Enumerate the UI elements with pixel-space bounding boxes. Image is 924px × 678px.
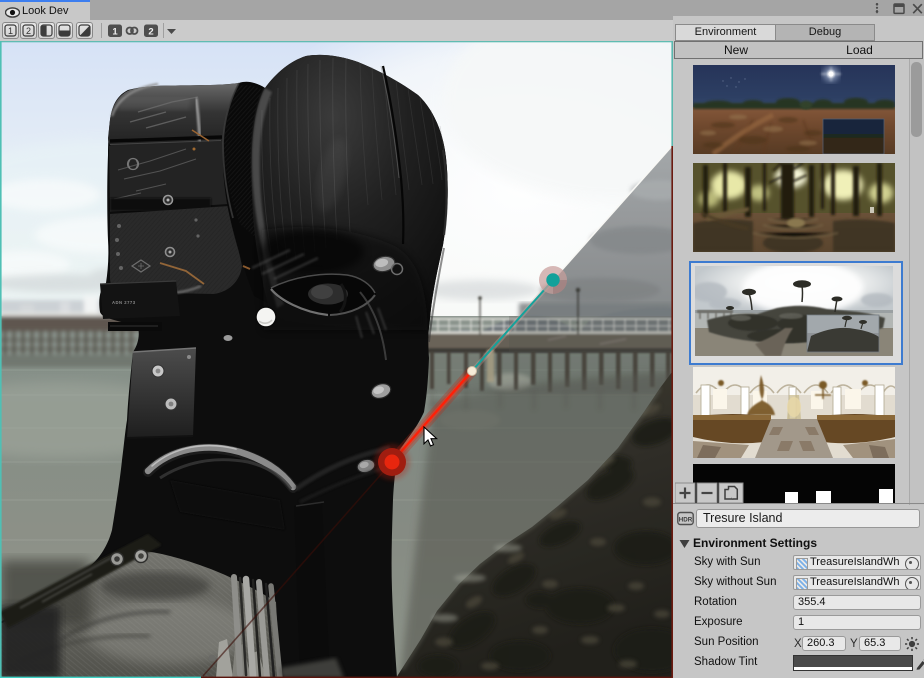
svg-text:ADN 2773: ADN 2773 [112,300,136,305]
svg-text:HDR: HDR [679,517,693,524]
svg-text:1: 1 [8,26,13,36]
svg-text:1: 1 [112,27,118,38]
svg-text:2: 2 [148,27,153,38]
svg-text:2: 2 [26,26,31,36]
